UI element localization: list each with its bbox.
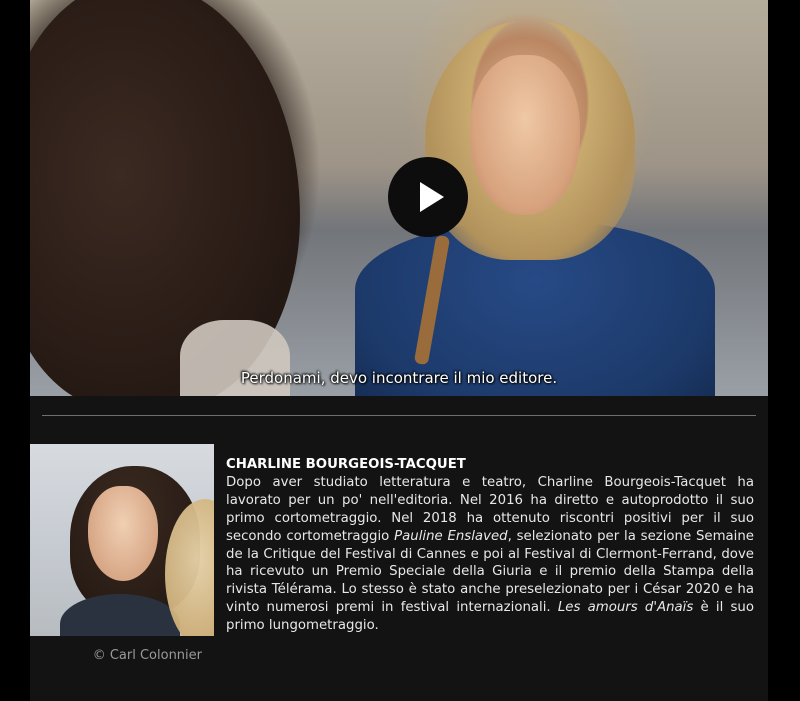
play-icon (419, 182, 444, 212)
director-bio: CHARLINE BOURGEOIS-TACQUET Dopo aver stu… (226, 456, 754, 635)
play-button[interactable] (388, 157, 468, 237)
photo-face (88, 486, 158, 581)
photo-caption: © Carl Colonnier (92, 648, 202, 663)
video-subtitle: Perdonami, devo incontrare il mio editor… (240, 369, 558, 387)
bio-film-title-2: Les amours d'Anaïs (557, 600, 694, 616)
director-name: CHARLINE BOURGEOIS-TACQUET (226, 457, 466, 472)
video-frame-face (470, 55, 580, 215)
section-divider (42, 415, 756, 416)
page: Perdonami, devo incontrare il mio editor… (0, 0, 800, 701)
video-player[interactable]: Perdonami, devo incontrare il mio editor… (30, 0, 768, 396)
bio-text: Dopo aver studiato letteratura e teatro,… (226, 474, 754, 635)
bio-film-title-1: Pauline Enslaved (394, 528, 508, 544)
director-photo (30, 444, 214, 636)
